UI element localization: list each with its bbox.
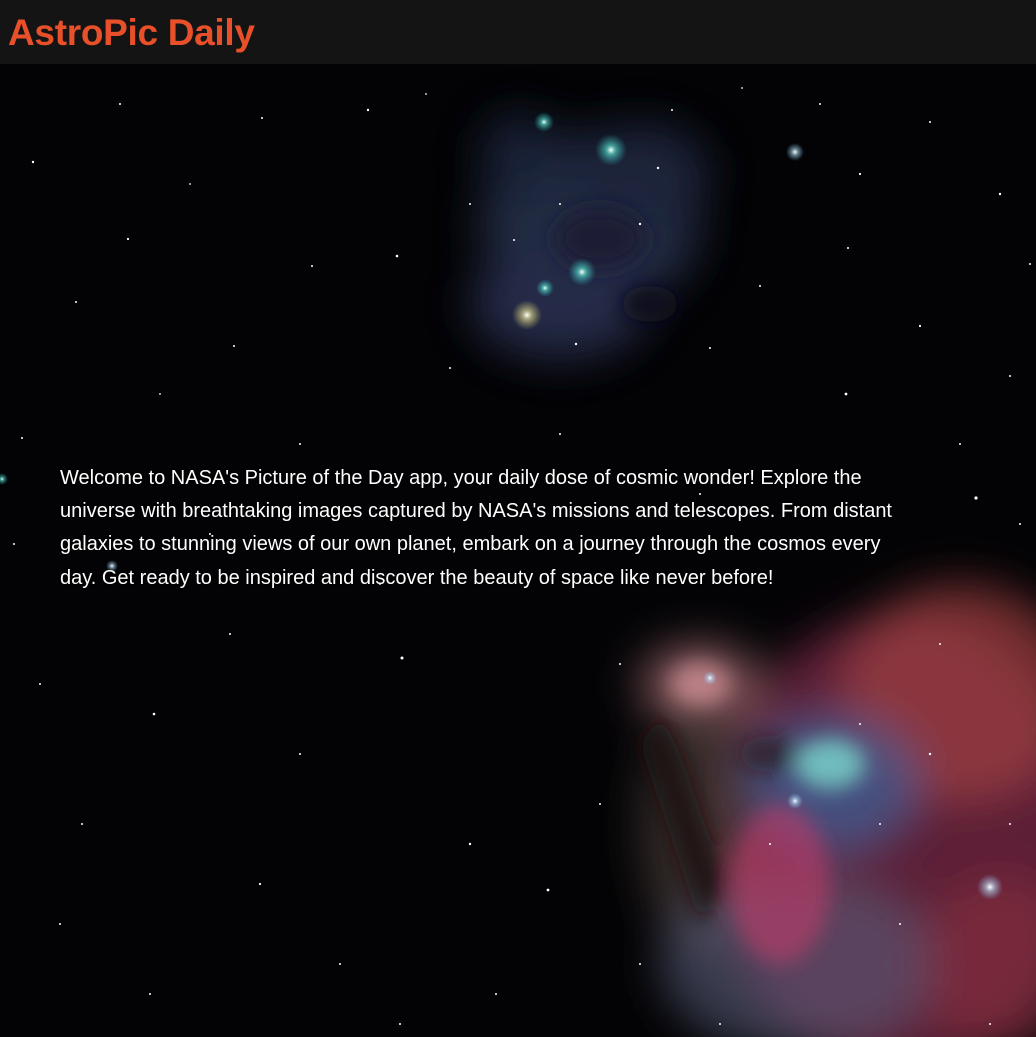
intro-paragraph: Welcome to NASA's Picture of the Day app… xyxy=(60,467,892,589)
app-root: AstroPic Daily Welcome to NASA's Picture… xyxy=(0,0,1036,1037)
top-header: AstroPic Daily xyxy=(0,0,1036,64)
hero-section: Welcome to NASA's Picture of the Day app… xyxy=(0,64,1036,1037)
app-title-logo[interactable]: AstroPic Daily xyxy=(8,10,255,56)
